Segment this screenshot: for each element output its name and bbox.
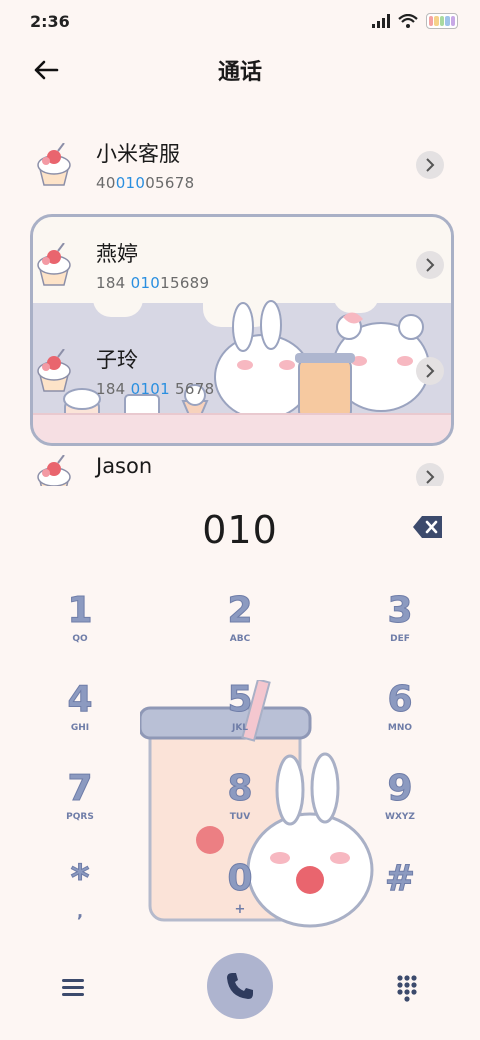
status-icons xyxy=(372,13,458,29)
key-4[interactable]: 4 GHI xyxy=(25,679,135,759)
key-7[interactable]: 7 PQRS xyxy=(25,768,135,848)
dialed-number-display[interactable]: 010 xyxy=(0,502,480,558)
cupcake-avatar-icon xyxy=(37,243,71,286)
status-time: 2:36 xyxy=(30,11,70,31)
contact-detail-button[interactable] xyxy=(416,151,444,179)
signal-icon xyxy=(372,14,390,28)
dialpad-icon[interactable] xyxy=(392,972,422,1002)
contact-info: 小米客服 4001005678 xyxy=(96,138,194,192)
chevron-right-icon xyxy=(426,158,435,172)
key-2[interactable]: 2 ABC xyxy=(185,590,295,670)
cupcake-avatar-icon xyxy=(37,349,71,392)
key-1[interactable]: 1 QO xyxy=(25,590,135,670)
phone-icon xyxy=(227,973,253,999)
key-star[interactable]: * , xyxy=(25,858,135,938)
contact-detail-button[interactable] xyxy=(416,463,444,486)
key-hash[interactable]: # xyxy=(345,858,455,938)
contact-info: 子玲 184 0101 5678 xyxy=(96,344,214,398)
key-5[interactable]: 5 JKL xyxy=(185,679,295,759)
contact-name: Jason xyxy=(96,454,153,478)
contact-number: 184 0101 5678 xyxy=(96,380,215,398)
key-3[interactable]: 3 DEF xyxy=(345,590,455,670)
header: 通话 xyxy=(0,48,480,92)
contact-row[interactable]: 子玲 184 0101 5678 xyxy=(0,326,480,416)
key-0[interactable]: 0 + xyxy=(185,858,295,938)
contact-detail-button[interactable] xyxy=(416,357,444,385)
battery-icon xyxy=(426,13,458,29)
cupcake-avatar-icon xyxy=(37,455,71,486)
contact-name: 子玲 xyxy=(96,348,138,372)
contact-row[interactable]: 小米客服 4001005678 xyxy=(0,120,480,210)
backspace-icon[interactable] xyxy=(412,514,444,540)
call-button[interactable] xyxy=(207,953,273,1019)
contact-row[interactable]: Jason xyxy=(0,432,480,486)
contact-number: 4001005678 xyxy=(96,174,195,192)
contact-name: 小米客服 xyxy=(96,142,180,166)
contact-search-results: 小米客服 4001005678 燕婷 184 01015689 子玲 184 0… xyxy=(0,120,480,486)
contact-info: Jason xyxy=(96,454,152,478)
status-bar: 2:36 xyxy=(0,0,480,42)
chevron-right-icon xyxy=(426,470,435,484)
key-8[interactable]: 8 TUV xyxy=(185,768,295,848)
contact-detail-button[interactable] xyxy=(416,251,444,279)
contact-number: 184 01015689 xyxy=(96,274,210,292)
key-6[interactable]: 6 MNO xyxy=(345,679,455,759)
back-button[interactable] xyxy=(28,52,64,88)
contact-row[interactable]: 燕婷 184 01015689 xyxy=(0,220,480,310)
wifi-icon xyxy=(398,14,418,28)
bottom-action-bar xyxy=(0,950,480,1030)
contact-info: 燕婷 184 01015689 xyxy=(96,238,209,292)
arrow-left-icon xyxy=(34,60,59,80)
contact-name: 燕婷 xyxy=(96,242,138,266)
page-title: 通话 xyxy=(217,60,262,85)
cupcake-avatar-icon xyxy=(37,143,71,186)
chevron-right-icon xyxy=(426,258,435,272)
chevron-right-icon xyxy=(426,364,435,378)
menu-icon[interactable] xyxy=(58,972,88,1002)
key-9[interactable]: 9 WXYZ xyxy=(345,768,455,848)
